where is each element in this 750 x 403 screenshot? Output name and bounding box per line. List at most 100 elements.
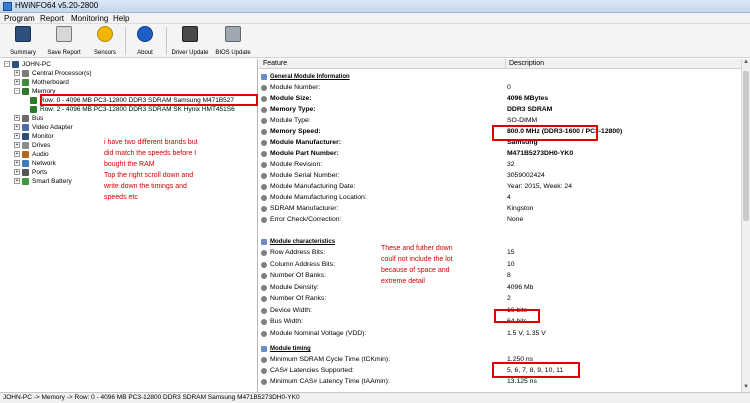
column-divider[interactable]	[505, 59, 506, 69]
feature-value: Kingston	[507, 205, 534, 212]
feature-label: Column Address Bits:	[270, 260, 335, 268]
property-icon	[261, 173, 267, 179]
detail-row[interactable]: Number Of Ranks: 2	[259, 294, 741, 304]
monitor-icon	[15, 26, 31, 42]
bios-update-button[interactable]: BIOS Update	[213, 26, 253, 56]
feature-value: None	[507, 216, 524, 223]
expand-icon[interactable]: +	[14, 70, 20, 77]
annotation-line: write down the timings and	[104, 183, 187, 190]
detail-row[interactable]: Module Manufacturing Location: 4	[259, 193, 741, 203]
tree-item-label: Network	[32, 160, 56, 167]
detail-row[interactable]: Memory Type: DDR3 SDRAM	[259, 105, 741, 115]
status-bar: JOHN-PC -> Memory -> Row: 0 - 4096 MB PC…	[0, 392, 750, 403]
expand-icon[interactable]: +	[14, 124, 20, 131]
detail-row[interactable]: Module Size: 4096 MBytes	[259, 94, 741, 104]
menu-help[interactable]: Help	[113, 14, 129, 23]
tree-item-video[interactable]: + Video Adapter	[14, 123, 73, 132]
toolbar-separator	[166, 27, 167, 55]
detail-row[interactable]: Error Check/Correction: None	[259, 215, 741, 225]
scroll-thumb[interactable]	[743, 71, 749, 221]
detail-row[interactable]: Module Nominal Voltage (VDD): 1.5 V, 1.35…	[259, 329, 741, 339]
window-title: HWiNFO64 v5.20-2800	[15, 1, 99, 10]
tree-item-bus[interactable]: + Bus	[14, 114, 43, 123]
feature-label: Module Part Number:	[270, 150, 339, 157]
tree-item-label: Video Adapter	[32, 124, 73, 131]
tree-root[interactable]: - JOHN-PC	[4, 60, 51, 69]
annotation-line: coulf not include the lot	[381, 256, 453, 263]
details-pane[interactable]: Feature Description General Module Infor…	[259, 59, 741, 392]
device-tree[interactable]: - JOHN-PC + Central Processor(s) + Motherbo…	[0, 59, 258, 392]
annotation-line: i have two different brands but	[104, 139, 198, 146]
feature-value: 4	[507, 194, 511, 201]
vertical-scrollbar[interactable]: ▲ ▼	[741, 59, 750, 392]
save-icon	[56, 26, 72, 42]
expand-icon[interactable]: +	[14, 178, 20, 185]
tree-item-audio[interactable]: + Audio	[14, 150, 49, 159]
column-feature[interactable]: Feature	[263, 60, 287, 67]
detail-row[interactable]: Module Serial Number: 3059002424	[259, 171, 741, 181]
highlight-box	[40, 94, 258, 106]
expand-icon[interactable]: +	[14, 160, 20, 167]
expand-icon[interactable]: +	[14, 169, 20, 176]
scroll-up-icon[interactable]: ▲	[742, 59, 750, 67]
menu-monitoring[interactable]: Monitoring	[71, 14, 108, 23]
tree-item-motherboard[interactable]: + Motherboard	[14, 78, 69, 87]
detail-row[interactable]: SDRAM Manufacturer: Kingston	[259, 204, 741, 214]
detail-row[interactable]: Module Revision: 32	[259, 160, 741, 170]
expand-icon[interactable]: +	[14, 133, 20, 140]
bios-update-label: BIOS Update	[215, 50, 251, 56]
tree-item-label: Central Processor(s)	[32, 70, 92, 77]
collapse-icon[interactable]: -	[14, 88, 20, 95]
tree-item-cpu[interactable]: + Central Processor(s)	[14, 69, 92, 78]
about-button[interactable]: About	[128, 26, 162, 56]
feature-label: Error Check/Correction:	[270, 216, 342, 223]
driver-update-button[interactable]: Driver Update	[170, 26, 210, 56]
detail-row[interactable]: Module Number: 0	[259, 83, 741, 93]
property-icon	[261, 140, 267, 146]
tree-item-battery[interactable]: + Smart Battery	[14, 177, 72, 186]
driver-update-label: Driver Update	[171, 50, 209, 56]
property-icon	[261, 184, 267, 190]
section-general: General Module Information	[259, 72, 741, 82]
detail-row[interactable]: Column Address Bits: 10	[259, 260, 741, 270]
expand-icon[interactable]: +	[14, 142, 20, 149]
ports-icon	[22, 168, 29, 176]
tree-item-drives[interactable]: + Drives	[14, 141, 50, 150]
annotation-right-note: These and futher down coulf not include …	[381, 243, 453, 287]
column-description[interactable]: Description	[509, 60, 544, 67]
tree-item-memory-row2[interactable]: Row: 2 - 4096 MB PC3-12800 DDR3 SDRAM SK…	[30, 105, 235, 114]
detail-row[interactable]: Module Part Number: M471B5273DH0-YK0	[259, 149, 741, 159]
menu-report[interactable]: Report	[40, 14, 64, 23]
scroll-down-icon[interactable]: ▼	[742, 384, 750, 392]
section-icon	[261, 346, 267, 352]
property-icon	[261, 273, 267, 279]
feature-value: 15	[507, 249, 515, 256]
expand-icon[interactable]: +	[14, 115, 20, 122]
battery-icon	[22, 177, 29, 185]
tree-item-monitor[interactable]: + Monitor	[14, 132, 54, 141]
detail-row[interactable]: Row Address Bits: 15	[259, 248, 741, 258]
section-characteristics: Module characteristics	[259, 237, 741, 247]
tree-item-network[interactable]: + Network	[14, 159, 56, 168]
property-icon	[261, 107, 267, 113]
summary-button[interactable]: Summary	[6, 26, 40, 56]
detail-row[interactable]: Module Manufacturing Date: Year: 2015, We…	[259, 182, 741, 192]
annotation-line: bought the RAM	[104, 161, 155, 168]
detail-row[interactable]: Minimum CAS# Latency Time (tAAmin): 13.12…	[259, 377, 741, 387]
collapse-icon[interactable]: -	[4, 61, 10, 68]
tree-item-ports[interactable]: + Ports	[14, 168, 47, 177]
expand-icon[interactable]: +	[14, 79, 20, 86]
detail-row[interactable]: Module Density: 4096 Mb	[259, 283, 741, 293]
sensors-button[interactable]: Sensors	[88, 26, 122, 56]
save-report-button[interactable]: Save Report	[44, 26, 84, 56]
feature-value: 1.5 V, 1.35 V	[507, 329, 546, 337]
annotation-line: These and futher down	[381, 245, 453, 252]
menu-program[interactable]: Program	[4, 14, 35, 23]
expand-icon[interactable]: +	[14, 151, 20, 158]
network-icon	[22, 159, 29, 167]
feature-value: 0	[507, 84, 511, 91]
summary-label: Summary	[10, 50, 36, 56]
detail-row[interactable]: Number Of Banks: 8	[259, 271, 741, 281]
property-icon	[261, 96, 267, 102]
toolbar-separator	[125, 27, 126, 55]
